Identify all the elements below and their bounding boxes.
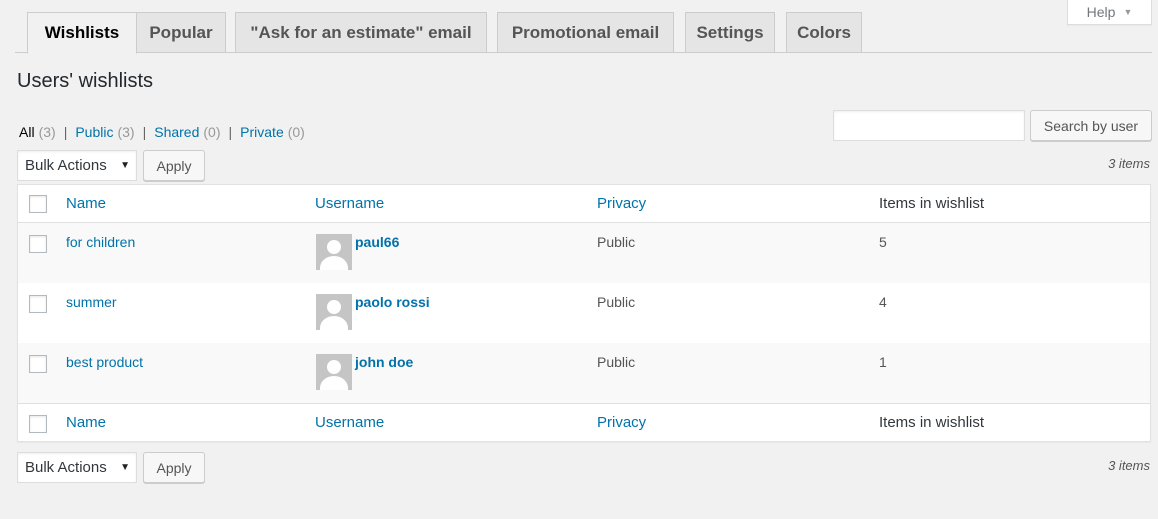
filter-public-count: (3) — [117, 124, 135, 140]
privacy-value: Public — [597, 354, 636, 370]
wishlist-name-link[interactable]: best product — [66, 354, 143, 370]
items-count-value: 4 — [879, 294, 887, 310]
apply-button-bottom[interactable]: Apply — [143, 452, 205, 483]
bulk-actions-value: Bulk Actions — [25, 459, 107, 476]
dropdown-arrow-icon: ▼ — [120, 462, 130, 473]
row-checkbox[interactable] — [29, 355, 47, 373]
items-count-top: 3 items — [1108, 156, 1150, 171]
separator: | — [142, 124, 147, 140]
select-all-checkbox-footer[interactable] — [29, 415, 47, 433]
filter-shared[interactable]: Shared — [154, 124, 199, 140]
separator: | — [228, 124, 233, 140]
items-count-bottom: 3 items — [1108, 458, 1150, 473]
filter-private-count: (0) — [287, 124, 305, 140]
table-row: best product john doe Public 1 — [18, 343, 1150, 403]
bulk-actions-value: Bulk Actions — [25, 157, 107, 174]
filter-all[interactable]: All — [19, 124, 35, 140]
table-header-row: Name Username Privacy Items in wishlist — [18, 185, 1150, 223]
filter-public[interactable]: Public — [75, 124, 113, 140]
dropdown-arrow-icon: ▼ — [120, 160, 130, 171]
search-input[interactable] — [833, 110, 1025, 141]
column-footer-username[interactable]: Username — [315, 414, 384, 431]
items-count-value: 5 — [879, 234, 887, 250]
items-count-value: 1 — [879, 354, 887, 370]
tab-promotional-email[interactable]: Promotional email — [497, 12, 674, 53]
page-title: Users' wishlists — [17, 70, 154, 92]
avatar — [316, 354, 352, 390]
column-footer-name[interactable]: Name — [66, 414, 106, 431]
tab-settings[interactable]: Settings — [685, 12, 775, 53]
search-by-user-button[interactable]: Search by user — [1030, 110, 1152, 141]
row-checkbox[interactable] — [29, 235, 47, 253]
bulk-actions-select-top[interactable]: Bulk Actions ▼ — [17, 150, 137, 181]
wishlist-name-link[interactable]: summer — [66, 294, 117, 310]
bulk-actions-select-bottom[interactable]: Bulk Actions ▼ — [17, 452, 137, 483]
tab-ask-estimate-email[interactable]: "Ask for an estimate" email — [235, 12, 487, 53]
wishlist-name-link[interactable]: for children — [66, 234, 135, 250]
column-footer-items: Items in wishlist — [879, 414, 985, 431]
column-header-privacy[interactable]: Privacy — [597, 195, 646, 212]
username-link[interactable]: paolo rossi — [355, 294, 430, 310]
username-link[interactable]: john doe — [355, 354, 413, 370]
avatar — [316, 294, 352, 330]
filter-all-count: (3) — [38, 124, 56, 140]
row-checkbox[interactable] — [29, 295, 47, 313]
filter-private[interactable]: Private — [240, 124, 284, 140]
username-link[interactable]: paul66 — [355, 234, 399, 250]
apply-button-top[interactable]: Apply — [143, 150, 205, 181]
view-filters: All (3) | Public (3) | Shared (0) | Priv… — [19, 124, 305, 140]
table-row: summer paolo rossi Public 4 — [18, 283, 1150, 343]
avatar — [316, 234, 352, 270]
table-row: for children paul66 Public 5 — [18, 223, 1150, 283]
column-footer-privacy[interactable]: Privacy — [597, 414, 646, 431]
tab-wishlists[interactable]: Wishlists — [27, 12, 137, 54]
table-footer-row: Name Username Privacy Items in wishlist — [18, 403, 1150, 441]
privacy-value: Public — [597, 294, 636, 310]
select-all-checkbox[interactable] — [29, 195, 47, 213]
column-header-items: Items in wishlist — [879, 195, 985, 212]
tab-colors[interactable]: Colors — [786, 12, 862, 53]
privacy-value: Public — [597, 234, 636, 250]
settings-tabs: Wishlists Popular "Ask for an estimate" … — [15, 12, 1152, 54]
column-header-username[interactable]: Username — [315, 195, 384, 212]
filter-shared-count: (0) — [203, 124, 221, 140]
tab-popular[interactable]: Popular — [136, 12, 226, 53]
column-header-name[interactable]: Name — [66, 195, 106, 212]
separator: | — [63, 124, 68, 140]
wishlists-table: Name Username Privacy Items in wishlist … — [17, 184, 1151, 442]
